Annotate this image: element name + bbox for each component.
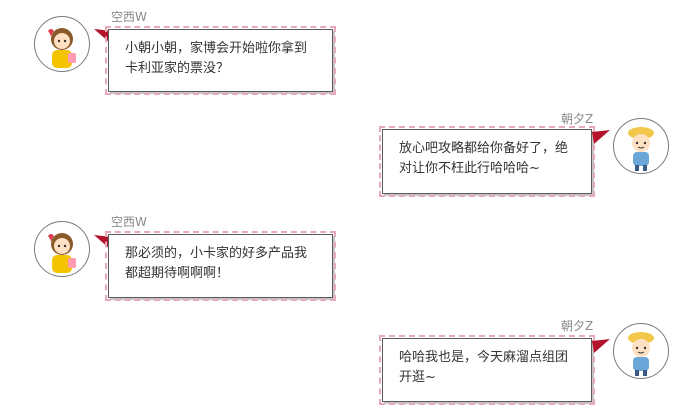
- sender-name: 空西W: [111, 10, 147, 24]
- sender-name: 朝夕Z: [561, 112, 594, 126]
- chat-conversation: 空西W 小朝小朝，家博会开始啦你拿到 卡利亚家的票没？ 朝夕Z 放心吧攻略都给你…: [0, 0, 696, 413]
- sender-name: 朝夕Z: [561, 319, 594, 333]
- message-bubble[interactable]: 那必须的，小卡家的好多产品我 都超期待啊啊啊！: [105, 231, 336, 301]
- message-text-line: 都超期待啊啊啊！: [125, 266, 230, 281]
- message-text-line: 放心吧攻略都给你备好了，绝: [399, 141, 569, 156]
- boy-with-yellow-hat-avatar-icon[interactable]: [613, 118, 669, 174]
- bubble-tail: [592, 339, 610, 353]
- message-bubble[interactable]: 放心吧攻略都给你备好了，绝 对让你不枉此行哈哈哈~: [379, 126, 595, 197]
- chat-message-left: 空西W 小朝小朝，家博会开始啦你拿到 卡利亚家的票没？: [0, 0, 696, 100]
- chat-message-right: 朝夕Z 哈哈我也是，今天麻溜点组团 开逛~: [0, 305, 696, 413]
- girl-with-heart-avatar-icon[interactable]: [34, 221, 90, 277]
- message-text-line: 卡利亚家的票没？: [125, 61, 230, 76]
- chat-message-right: 朝夕Z 放心吧攻略都给你备好了，绝 对让你不枉此行哈哈哈~: [0, 100, 696, 200]
- girl-with-heart-avatar-icon[interactable]: [34, 16, 90, 72]
- message-bubble[interactable]: 哈哈我也是，今天麻溜点组团 开逛~: [379, 335, 595, 405]
- message-bubble[interactable]: 小朝小朝，家博会开始啦你拿到 卡利亚家的票没？: [105, 26, 336, 95]
- chat-message-left: 空西W 那必须的，小卡家的好多产品我 都超期待啊啊啊！: [0, 205, 696, 305]
- message-text-line: 开逛~: [399, 370, 436, 385]
- message-text-line: 那必须的，小卡家的好多产品我: [125, 246, 308, 261]
- message-text-line: 小朝小朝，家博会开始啦你拿到: [125, 41, 308, 56]
- sender-name: 空西W: [111, 215, 147, 229]
- boy-with-yellow-hat-avatar-icon[interactable]: [613, 323, 669, 379]
- message-text-line: 哈哈我也是，今天麻溜点组团: [399, 350, 569, 365]
- bubble-tail: [592, 130, 610, 144]
- message-text-line: 对让你不枉此行哈哈哈~: [399, 161, 540, 176]
